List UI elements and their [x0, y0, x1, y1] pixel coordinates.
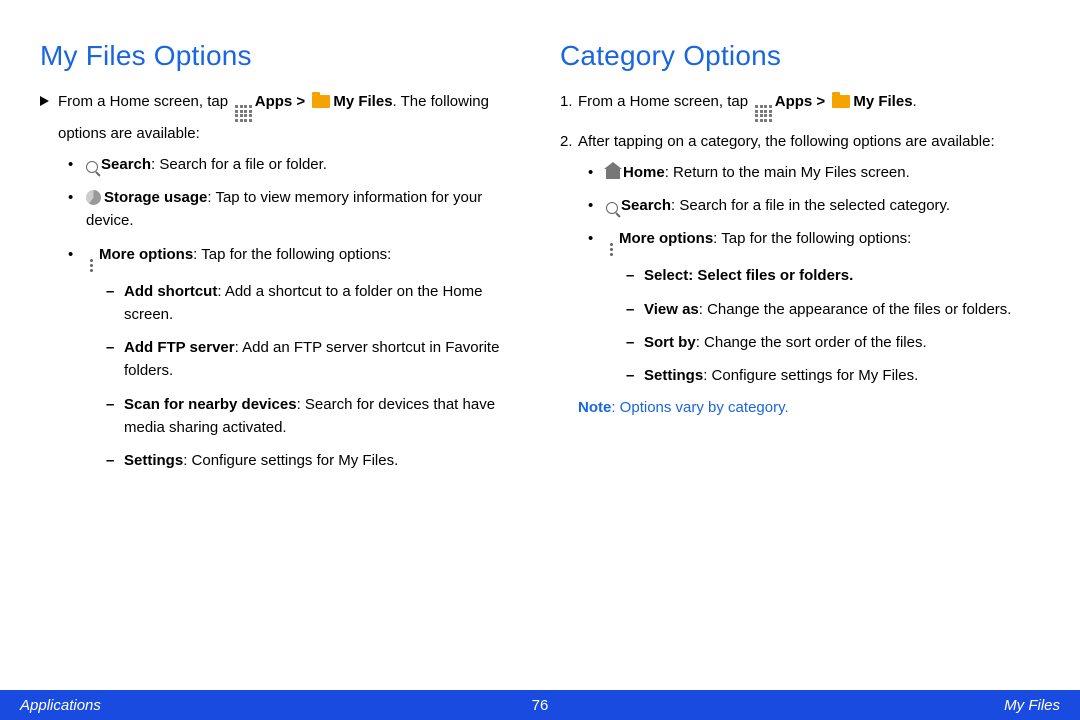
option-text: : Search for a file or folder.	[151, 156, 327, 173]
page-footer: Applications 76 My Files	[0, 690, 1080, 720]
more-options-icon	[86, 259, 96, 272]
text-fragment: From a Home screen, tap	[578, 93, 752, 110]
home-icon	[606, 169, 620, 179]
step-intro: From a Home screen, tap Apps > My Files.…	[40, 90, 520, 145]
sub-options-list: Select: Select files or folders. View as…	[626, 264, 1040, 387]
apps-label: Apps	[775, 93, 813, 110]
option-label: Add shortcut	[124, 283, 217, 300]
option-label: Settings	[124, 452, 183, 469]
page-number: 76	[532, 697, 549, 714]
option-text: : Tap for the following options:	[193, 246, 391, 263]
option-label: Storage usage	[104, 189, 207, 206]
apps-label: Apps	[255, 93, 293, 110]
text-fragment: .	[913, 93, 917, 110]
list-item: Settings: Configure settings for My File…	[106, 449, 520, 472]
triangle-marker-icon	[40, 90, 58, 113]
apps-grid-icon	[235, 105, 252, 122]
step-number: 1.	[560, 90, 578, 113]
option-text: : Configure settings for My Files.	[183, 452, 398, 469]
list-item: View as: Change the appearance of the fi…	[626, 298, 1040, 321]
step-2: 2. After tapping on a category, the foll…	[560, 130, 1040, 153]
folder-icon	[312, 95, 330, 108]
option-text: : Return to the main My Files screen.	[665, 164, 910, 181]
sub-options-list: Add shortcut: Add a shortcut to a folder…	[106, 280, 520, 473]
search-icon	[86, 161, 98, 173]
option-label: More options	[99, 246, 193, 263]
option-label: Settings	[644, 367, 703, 384]
text-fragment: >	[292, 93, 309, 110]
list-item: Settings: Configure settings for My File…	[626, 364, 1040, 387]
footer-left: Applications	[20, 697, 101, 714]
note-text: : Options vary by category.	[611, 399, 788, 416]
content-columns: My Files Options From a Home screen, tap…	[0, 0, 1080, 482]
option-text: : Search for a file in the selected cate…	[671, 197, 950, 214]
option-label: Add FTP server	[124, 339, 235, 356]
page: My Files Options From a Home screen, tap…	[0, 0, 1080, 720]
list-item: Sort by: Change the sort order of the fi…	[626, 331, 1040, 354]
options-list: Home: Return to the main My Files screen…	[588, 161, 1040, 388]
pie-chart-icon	[86, 190, 101, 205]
apps-grid-icon	[755, 105, 772, 122]
list-item: More options: Tap for the following opti…	[68, 243, 520, 473]
list-item: More options: Tap for the following opti…	[588, 227, 1040, 387]
option-label: Sort by	[644, 334, 696, 351]
option-text: : Change the sort order of the files.	[696, 334, 927, 351]
step-1: 1. From a Home screen, tap Apps > My Fil…	[560, 90, 1040, 122]
footer-right: My Files	[1004, 697, 1060, 714]
folder-icon	[832, 95, 850, 108]
note: Note: Options vary by category.	[578, 399, 1040, 416]
note-label: Note	[578, 399, 611, 416]
list-item: Scan for nearby devices: Search for devi…	[106, 393, 520, 440]
option-text: : Tap for the following options:	[713, 230, 911, 247]
section-title-my-files-options: My Files Options	[40, 40, 520, 72]
text-fragment: >	[812, 93, 829, 110]
option-label: Search	[101, 156, 151, 173]
step-text: After tapping on a category, the followi…	[578, 130, 995, 153]
section-title-category-options: Category Options	[560, 40, 1040, 72]
option-label: Home	[623, 164, 665, 181]
option-label: Search	[621, 197, 671, 214]
option-text: : Change the appearance of the files or …	[699, 301, 1012, 318]
list-item: Storage usage: Tap to view memory inform…	[68, 186, 520, 233]
step-number: 2.	[560, 130, 578, 153]
list-item: Select: Select files or folders.	[626, 264, 1040, 287]
my-files-label: My Files	[853, 93, 912, 110]
list-item: Search: Search for a file in the selecte…	[588, 194, 1040, 217]
list-item: Search: Search for a file or folder.	[68, 153, 520, 176]
option-text: : Select files or folders.	[688, 267, 853, 284]
list-item: Add FTP server: Add an FTP server shortc…	[106, 336, 520, 383]
left-column: My Files Options From a Home screen, tap…	[40, 40, 520, 482]
option-label: View as	[644, 301, 699, 318]
text-fragment: From a Home screen, tap	[58, 93, 232, 110]
intro-text: From a Home screen, tap Apps > My Files.…	[58, 90, 520, 145]
option-text: : Configure settings for My Files.	[703, 367, 918, 384]
step-text: From a Home screen, tap Apps > My Files.	[578, 90, 917, 122]
option-label: More options	[619, 230, 713, 247]
list-item: Home: Return to the main My Files screen…	[588, 161, 1040, 184]
option-label: Select	[644, 267, 688, 284]
my-files-label: My Files	[333, 93, 392, 110]
search-icon	[606, 202, 618, 214]
list-item: Add shortcut: Add a shortcut to a folder…	[106, 280, 520, 327]
right-column: Category Options 1. From a Home screen, …	[560, 40, 1040, 482]
more-options-icon	[606, 243, 616, 256]
options-list: Search: Search for a file or folder. Sto…	[68, 153, 520, 473]
option-label: Scan for nearby devices	[124, 396, 297, 413]
